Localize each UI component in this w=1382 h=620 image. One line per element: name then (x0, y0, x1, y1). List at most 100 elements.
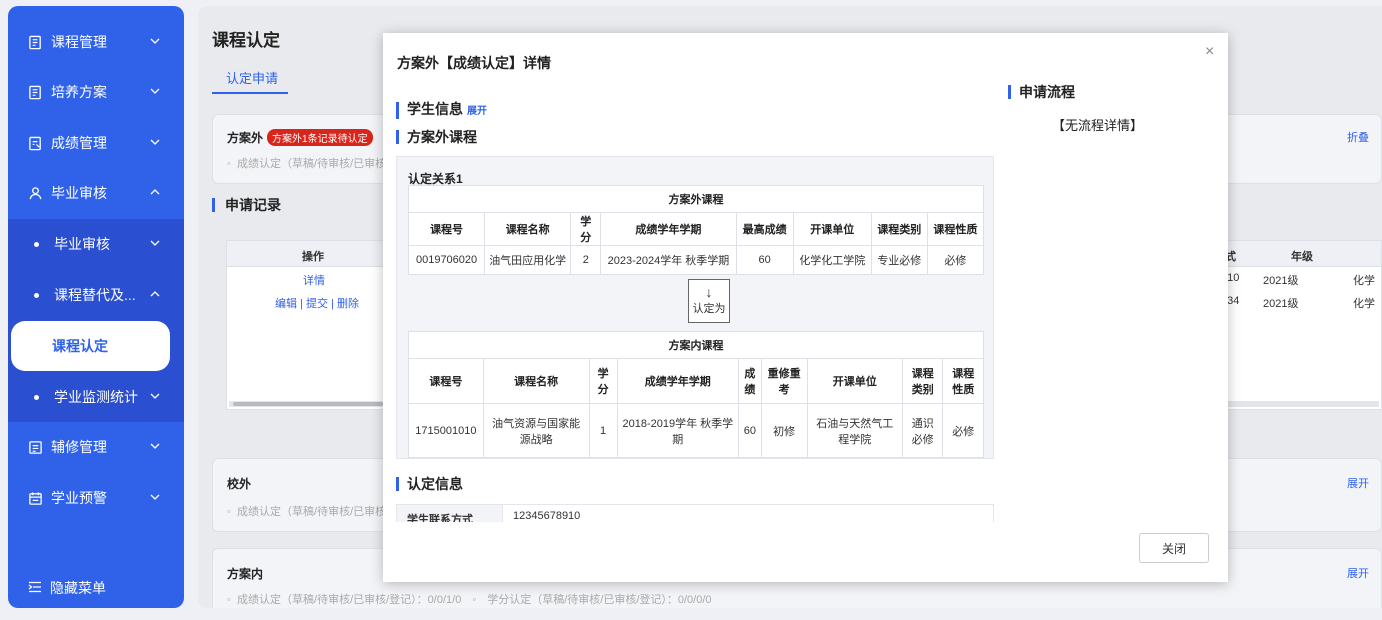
scrollbar-thumb[interactable] (233, 402, 383, 406)
sidebar-item-course-management[interactable]: 课程管理 (8, 17, 184, 67)
card-title: 校外 (227, 477, 252, 491)
certify-as-label: 认定为 (692, 303, 726, 315)
cell: 1715001010 (408, 403, 484, 458)
cell: 1 (588, 403, 618, 458)
sidebar-subitem-academic-monitoring[interactable]: 学业监测统计 (8, 372, 184, 422)
cell: 油气田应用化学 (484, 245, 572, 275)
certify-as-button[interactable]: ↓ 认定为 (688, 279, 730, 323)
table-row: 0019706020 油气田应用化学 2 2023-2024学年 秋季学期 60… (407, 245, 985, 275)
col-header: 课程类别 (870, 212, 928, 246)
fold-button[interactable]: 折叠 (1347, 129, 1369, 145)
col-header: 开课单位 (792, 212, 872, 246)
chevron-up-icon (150, 189, 160, 195)
hide-menu-label: 隐藏菜单 (50, 580, 106, 596)
section-title: 学生信息 (407, 101, 463, 117)
col-header: 成绩 (738, 358, 762, 404)
status-badge: 方案外1条记录待认定 (267, 129, 373, 146)
certification-relation-box: 认定关系1 方案外课程 课程号 课程名称 学分 成绩学年学期 最高成绩 开课单位… (396, 156, 994, 459)
sidebar-item-academic-warning[interactable]: 学业预警 (8, 473, 184, 523)
row-actions[interactable]: 编辑 | 提交 | 删除 (275, 295, 359, 311)
col-header: 课程性质 (942, 358, 984, 404)
cell-grade: 2021级 (1263, 298, 1299, 310)
cell: 60 (738, 403, 762, 458)
section-application-flow: 申请流程 (1008, 85, 1075, 99)
cell: 2018-2019学年 秋季学期 (616, 403, 740, 458)
col-header: 课程号 (408, 358, 484, 404)
cell: 通识必修 (901, 403, 944, 458)
document-icon (27, 34, 43, 50)
col-header: 成绩学年学期 (600, 212, 737, 246)
chevron-down-icon (150, 139, 160, 145)
sidebar-item-course-certification[interactable]: 课程认定 (11, 321, 170, 371)
sidebar-item-label: 成绩管理 (51, 135, 107, 151)
flow-empty-text: 【无流程详情】 (1052, 118, 1144, 133)
document-icon (27, 84, 43, 100)
sidebar-item-label: 培养方案 (51, 84, 107, 100)
expand-link[interactable]: 展开 (467, 106, 487, 117)
hide-menu-button[interactable]: 隐藏菜单 (28, 578, 106, 598)
sidebar-item-grade-management[interactable]: 成绩管理 (8, 118, 184, 168)
close-button[interactable]: 关闭 (1139, 533, 1209, 563)
cell: 2023-2024学年 秋季学期 (600, 245, 737, 275)
sidebar-item-minor-management[interactable]: 辅修管理 (8, 422, 184, 472)
arrow-down-icon: ↓ (705, 284, 713, 300)
bullet-icon (34, 292, 39, 298)
expand-button[interactable]: 展开 (1347, 565, 1369, 581)
sidebar-item-label: 毕业审核 (54, 236, 110, 252)
cell: 60 (735, 245, 794, 275)
close-icon[interactable]: × (1205, 43, 1214, 61)
section-student-info: 学生信息 展开 (396, 102, 487, 119)
section-certification-info: 认定信息 (396, 477, 463, 491)
card-subtitle: ◦ 成绩认定（草稿/待审核/已审核 (227, 506, 387, 518)
sidebar-item-label: 学业监测统计 (54, 389, 138, 405)
inside-course-table: 方案内课程 课程号 课程名称 学分 成绩学年学期 成绩 重修重考 开课单位 课程… (408, 331, 984, 458)
sidebar-subitem-course-substitution[interactable]: 课程替代及... (8, 270, 184, 320)
contact-row: 学生联系方式 12345678910 (396, 504, 994, 522)
table-caption: 方案内课程 (408, 331, 984, 359)
card-subtitle: ◦ 成绩认定（草稿/待审核/已审核 (227, 158, 387, 170)
col-header: 课程类别 (901, 358, 944, 404)
sidebar-item-label: 辅修管理 (51, 439, 107, 455)
col-op-header: 操作 (302, 251, 324, 263)
bullet-icon (34, 394, 39, 400)
cell-dept: 化学 (1353, 298, 1375, 310)
cell: 2 (570, 245, 602, 275)
sidebar-item-label: 学业预警 (51, 490, 107, 506)
col-grade-header: 年级 (1291, 251, 1313, 263)
expand-button[interactable]: 展开 (1347, 475, 1369, 491)
col-header: 课程名称 (482, 358, 590, 404)
col-header: 学分 (570, 212, 602, 246)
sidebar-item-training-plan[interactable]: 培养方案 (8, 67, 184, 117)
sidebar-item-label: 课程替代及... (54, 287, 136, 303)
tab-certification-application[interactable]: 认定申请 (226, 68, 278, 87)
col-header: 开课单位 (806, 358, 903, 404)
detail-link[interactable]: 详情 (303, 272, 325, 288)
contact-label: 学生联系方式 (397, 505, 503, 522)
cell: 必修 (926, 245, 985, 275)
card-subtitle: ◦ 成绩认定（草稿/待审核/已审核/登记）：0/0/1/0 ◦ 学分认定（草稿/… (227, 594, 712, 606)
col-header: 课程号 (407, 212, 486, 246)
chevron-down-icon (150, 88, 160, 94)
contact-value: 12345678910 (513, 510, 581, 522)
card-title: 方案内 (227, 567, 264, 581)
cell: 化学化工学院 (792, 245, 872, 275)
col-header: 课程性质 (926, 212, 985, 246)
card-title-text: 方案外 (227, 131, 264, 145)
sidebar-item-graduation-audit[interactable]: 毕业审核 (8, 168, 184, 218)
card-title: 方案外 方案外1条记录待认定 (227, 129, 373, 146)
col-header: 学分 (588, 358, 618, 404)
sidebar: 课程管理 培养方案 成绩管理 毕业审核 毕业审核 课程替代及... 课程认定 学… (8, 6, 184, 608)
cell: 必修 (942, 403, 984, 458)
card-subtitle-text: 成绩认定（草稿/待审核/已审核/登记）：0/0/1/0 ◦ 学分认定（草稿/待审… (237, 594, 712, 606)
menu-icon (28, 580, 42, 596)
col-header: 课程名称 (484, 212, 572, 246)
cell: 石油与天然气工程学院 (806, 403, 903, 458)
cell: 专业必修 (870, 245, 928, 275)
chevron-down-icon (150, 38, 160, 44)
sidebar-subitem-graduation-audit[interactable]: 毕业审核 (8, 219, 184, 269)
records-title: 申请记录 (212, 198, 281, 212)
card-subtitle-text: 成绩认定（草稿/待审核/已审核 (237, 506, 387, 518)
bullet-icon (34, 241, 39, 247)
cell: 初修 (760, 403, 808, 458)
grade-icon (27, 135, 43, 151)
